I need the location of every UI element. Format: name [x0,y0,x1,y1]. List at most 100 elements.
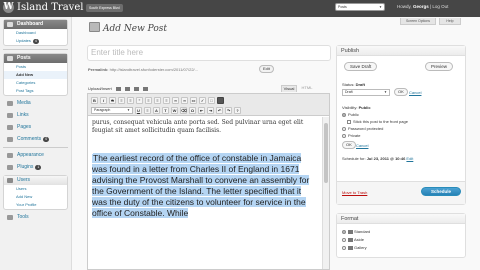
add-video-icon[interactable] [125,86,131,91]
permalink-url[interactable]: http://islandtravel.sfunfoderster.com/20… [110,67,198,72]
sticky-checkbox[interactable] [347,119,351,124]
submenu-categories[interactable]: Categories [4,79,67,87]
outdent-icon[interactable]: ⇤ [198,107,205,114]
submenu-dashboard[interactable]: Dashboard [4,29,67,37]
submenu-posts[interactable]: Posts [4,63,67,71]
strikethrough-icon[interactable]: S [109,97,116,104]
favorites-dropdown[interactable]: Posts ▼ [335,3,385,11]
paste-text-icon[interactable]: T [162,107,169,114]
underline-icon[interactable]: U [135,107,142,114]
radio-standard[interactable] [342,229,346,234]
schedule-button[interactable]: Schedule [421,187,461,196]
menu-media-label: Media [17,100,31,106]
submenu-users[interactable]: Users [4,185,67,193]
justify-icon[interactable]: ≡ [144,107,151,114]
standard-label: Standard [354,229,371,234]
preview-button[interactable]: Preview [425,62,454,71]
status-cancel-link[interactable]: Cancel [409,90,421,95]
tab-visual[interactable]: Visual [281,85,297,92]
help-tab[interactable]: Help [439,18,461,25]
text-color-icon[interactable]: A [153,107,160,114]
special-char-icon[interactable]: Ω [189,107,196,114]
menu-media[interactable]: Media [3,99,68,108]
help-icon[interactable]: ? [234,107,241,114]
add-image-icon[interactable] [115,86,121,91]
italic-icon[interactable]: I [100,97,107,104]
bold-icon[interactable]: B [91,97,98,104]
kitchen-sink-icon[interactable] [217,97,224,104]
menu-links[interactable]: Links [3,111,68,120]
visibility-cancel-link[interactable]: Cancel [356,143,368,148]
undo-icon[interactable]: ↶ [216,107,223,114]
radio-password[interactable] [342,126,346,131]
clear-formatting-icon[interactable]: ⌫ [180,107,187,114]
submenu-add-new-post[interactable]: Add New [4,71,67,79]
toolbar-row-2: Paragraph ▼ U ≡ A T W ⌫ Ω ⇤ ⇥ ↶ ↷ ? [91,107,241,114]
menu-tools[interactable]: Tools [3,213,68,222]
menu-plugins-label: Plugins [17,164,34,170]
radio-aside[interactable] [342,237,346,242]
unlink-icon[interactable]: ∞ [181,97,188,104]
unordered-list-icon[interactable]: ≡ [118,97,125,104]
aside-label: Aside [354,237,365,242]
menu-comments[interactable]: Comments 0 [3,135,68,144]
post-title-input[interactable]: Enter title here [87,45,331,61]
radio-private[interactable] [342,133,346,138]
redo-icon[interactable]: ↷ [225,107,232,114]
menu-dashboard[interactable]: Dashboard [4,20,67,29]
submenu-your-profile[interactable]: Your Profile [4,201,67,209]
user-profile-link[interactable]: Georgs [413,4,429,9]
menu-pages[interactable]: Pages [3,123,68,132]
visibility-private-option[interactable]: Private [342,133,360,138]
format-option-standard[interactable]: Standard [342,229,370,234]
logout-link[interactable]: Log Out [432,4,448,9]
sticky-option[interactable]: Stick this post to the front page [347,119,408,124]
paste-word-icon[interactable]: W [171,107,178,114]
more-tag-icon[interactable]: ▭ [190,97,197,104]
insert-link-icon[interactable]: ∞ [172,97,179,104]
site-title[interactable]: Island Travel [17,2,83,13]
align-center-icon[interactable]: ≡ [154,97,161,104]
spellcheck-icon[interactable]: ✓ [199,97,206,104]
editor-content[interactable]: purus, consequat vehicula ante porta sed… [88,117,322,221]
editor-scrollbar[interactable] [322,117,329,269]
tab-html[interactable]: HTML [299,85,315,92]
align-right-icon[interactable]: ≡ [163,97,170,104]
submenu-post-tags[interactable]: Post Tags [4,87,67,95]
format-option-aside[interactable]: Aside [342,237,364,242]
radio-public[interactable] [342,112,346,117]
submenu-updates[interactable]: Updates 4 [4,37,67,45]
status-select[interactable]: Draft ▼ [342,89,390,96]
visit-site-button[interactable]: South Express Blvd [86,4,123,12]
radio-gallery[interactable] [342,245,346,250]
screen-options-tab[interactable]: Screen Options [400,18,436,25]
status-ok-button[interactable]: OK [394,88,408,96]
schedule-edit-link[interactable]: Edit [406,156,413,161]
add-media-icon[interactable] [143,86,149,91]
permalink-edit-button[interactable]: Edit [259,65,274,73]
menu-posts[interactable]: Posts [4,54,67,63]
chevron-down-icon: ▼ [379,5,382,9]
menu-dashboard-label: Dashboard [17,21,44,27]
move-to-trash-link[interactable]: Move to Trash [342,190,367,195]
menu-users[interactable]: Users [4,176,67,185]
format-select[interactable]: Paragraph ▼ [91,107,133,114]
blockquote-icon[interactable]: " [136,97,143,104]
indent-icon[interactable]: ⇥ [207,107,214,114]
ordered-list-icon[interactable]: ≡ [127,97,134,104]
format-option-gallery[interactable]: Gallery [342,245,367,250]
visibility-public-option[interactable]: Public [342,112,359,117]
align-left-icon[interactable]: ≡ [145,97,152,104]
menu-appearance[interactable]: Appearance [3,151,68,160]
submenu-add-new-user[interactable]: Add New [4,193,67,201]
fullscreen-icon[interactable]: □ [208,97,215,104]
add-audio-icon[interactable] [134,86,140,91]
menu-plugins[interactable]: Plugins 1 [3,163,68,172]
visibility-password-option[interactable]: Password protected [342,126,383,131]
scrollbar-thumb[interactable] [324,123,328,183]
save-draft-button[interactable]: Save Draft [344,62,378,71]
visibility-ok-button[interactable]: OK [342,141,356,149]
comments-count-badge: 0 [43,137,50,142]
menu-posts-label: Posts [17,55,31,61]
status-value: Draft [355,82,365,87]
